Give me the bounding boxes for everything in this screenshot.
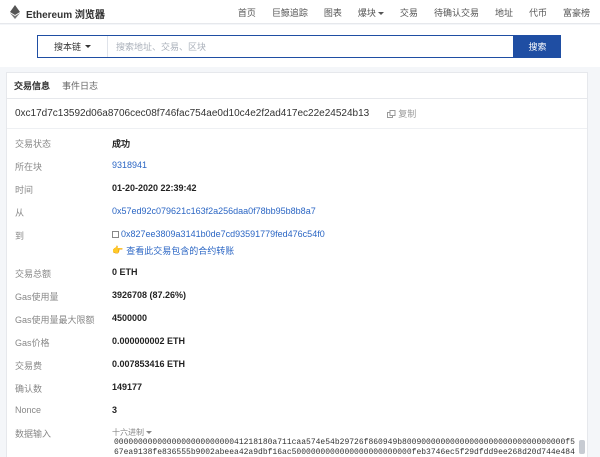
search-bar-section: 搜本链 bbox=[0, 25, 600, 67]
nav-item-whale-tracking[interactable]: 巨鲸追踪 bbox=[264, 6, 316, 19]
tx-hash-row: 0xc17d7c13592d06a8706cec08f746fac754ae0d… bbox=[7, 99, 587, 129]
nav-item-tokens[interactable]: 代币 bbox=[521, 6, 555, 19]
nav-item-rich-list[interactable]: 富豪榜 bbox=[555, 6, 598, 19]
tx-hash: 0xc17d7c13592d06a8706cec08f746fac754ae0d… bbox=[15, 108, 370, 119]
confirmations-value: 149177 bbox=[112, 382, 143, 392]
brand-title[interactable]: Ethereum 浏览器 bbox=[26, 6, 105, 21]
gas-price-label: Gas价格 bbox=[15, 338, 50, 348]
nonce-label: Nonce bbox=[15, 405, 42, 415]
time-value: 01-20-2020 22:39:42 bbox=[112, 183, 197, 193]
chevron-down-icon bbox=[377, 12, 384, 16]
nav-item-pending-transactions[interactable]: 待确认交易 bbox=[426, 6, 487, 19]
time-label: 时间 bbox=[15, 185, 34, 195]
copy-label: 复制 bbox=[398, 109, 417, 119]
gas-limit-value: 4500000 bbox=[112, 313, 148, 323]
nav-item-home[interactable]: 首页 bbox=[230, 6, 264, 19]
search-input[interactable] bbox=[108, 36, 513, 57]
fee-label: 交易费 bbox=[15, 361, 43, 371]
search-box: 搜本链 bbox=[37, 35, 514, 58]
chevron-down-icon bbox=[85, 45, 91, 48]
input-data-label: 数据输入 bbox=[15, 429, 52, 439]
input-format-select[interactable]: 十六进制 bbox=[112, 427, 152, 438]
value-label: 交易总额 bbox=[15, 269, 52, 279]
tab-bar: 交易信息 事件日志 bbox=[7, 73, 587, 99]
nav-item-blocks-label: 爆块 bbox=[357, 8, 376, 18]
status-label: 交易状态 bbox=[15, 139, 52, 149]
contract-icon bbox=[112, 231, 119, 239]
block-label: 所在块 bbox=[15, 162, 43, 172]
contract-transfers-text: 查看此交易包含的合约转账 bbox=[126, 246, 235, 256]
tab-transaction-info[interactable]: 交易信息 bbox=[14, 79, 50, 92]
block-link[interactable]: 9318941 bbox=[112, 160, 147, 170]
nav-item-transactions[interactable]: 交易 bbox=[392, 6, 426, 19]
nav-item-charts[interactable]: 图表 bbox=[316, 6, 350, 19]
search-button[interactable]: 搜索 bbox=[514, 35, 561, 58]
from-address-link[interactable]: 0x57ed92c079621c163f2a256daa0f78bb95b8b8… bbox=[112, 206, 316, 216]
status-value: 成功 bbox=[112, 139, 131, 149]
fee-value: 0.007853416 ETH bbox=[112, 359, 186, 369]
search-scope-label: 搜本链 bbox=[53, 42, 81, 52]
to-address-link[interactable]: 0x827ee3809a3141b0de7cd93591779fed476c54… bbox=[112, 229, 325, 239]
gas-price-value: 0.000000002 ETH bbox=[112, 336, 186, 346]
copy-button[interactable]: 复制 bbox=[387, 107, 416, 120]
value-amount: 0 ETH bbox=[112, 267, 138, 277]
gas-used-label: Gas使用量 bbox=[15, 292, 59, 302]
transaction-card: 交易信息 事件日志 0xc17d7c13592d06a8706cec08f746… bbox=[6, 72, 588, 457]
gas-limit-label: Gas使用量最大限额 bbox=[15, 315, 95, 325]
nav-item-blocks[interactable]: 爆块 bbox=[350, 6, 392, 19]
from-label: 从 bbox=[15, 208, 25, 218]
pointing-hand-icon: 👉 bbox=[112, 245, 124, 255]
to-address-text: 0x827ee3809a3141b0de7cd93591779fed476c54… bbox=[121, 229, 325, 239]
nav-item-addresses[interactable]: 地址 bbox=[487, 6, 521, 19]
input-data-value: 000000000000000000000000041218180a711caa… bbox=[114, 438, 575, 457]
to-label: 到 bbox=[15, 231, 25, 241]
chevron-down-icon bbox=[146, 431, 152, 435]
main-nav: 首页 巨鲸追踪 图表 爆块 交易 待确认交易 地址 代币 富豪榜 bbox=[230, 6, 598, 19]
nonce-value: 3 bbox=[112, 405, 118, 415]
copy-icon bbox=[387, 109, 396, 118]
confirmations-label: 确认数 bbox=[15, 384, 43, 394]
gas-used-value: 3926708 (87.26%) bbox=[112, 290, 187, 300]
ethereum-logo-icon bbox=[10, 5, 20, 19]
search-scope-select[interactable]: 搜本链 bbox=[38, 36, 108, 57]
top-navbar: Ethereum 浏览器 首页 巨鲸追踪 图表 爆块 交易 待确认交易 地址 代… bbox=[0, 0, 600, 24]
contract-transfers-link[interactable]: 👉 查看此交易包含的合约转账 bbox=[112, 244, 234, 257]
tab-event-logs[interactable]: 事件日志 bbox=[62, 79, 98, 92]
input-data-scrollbar[interactable] bbox=[579, 440, 585, 454]
input-format-label: 十六进制 bbox=[112, 428, 144, 437]
